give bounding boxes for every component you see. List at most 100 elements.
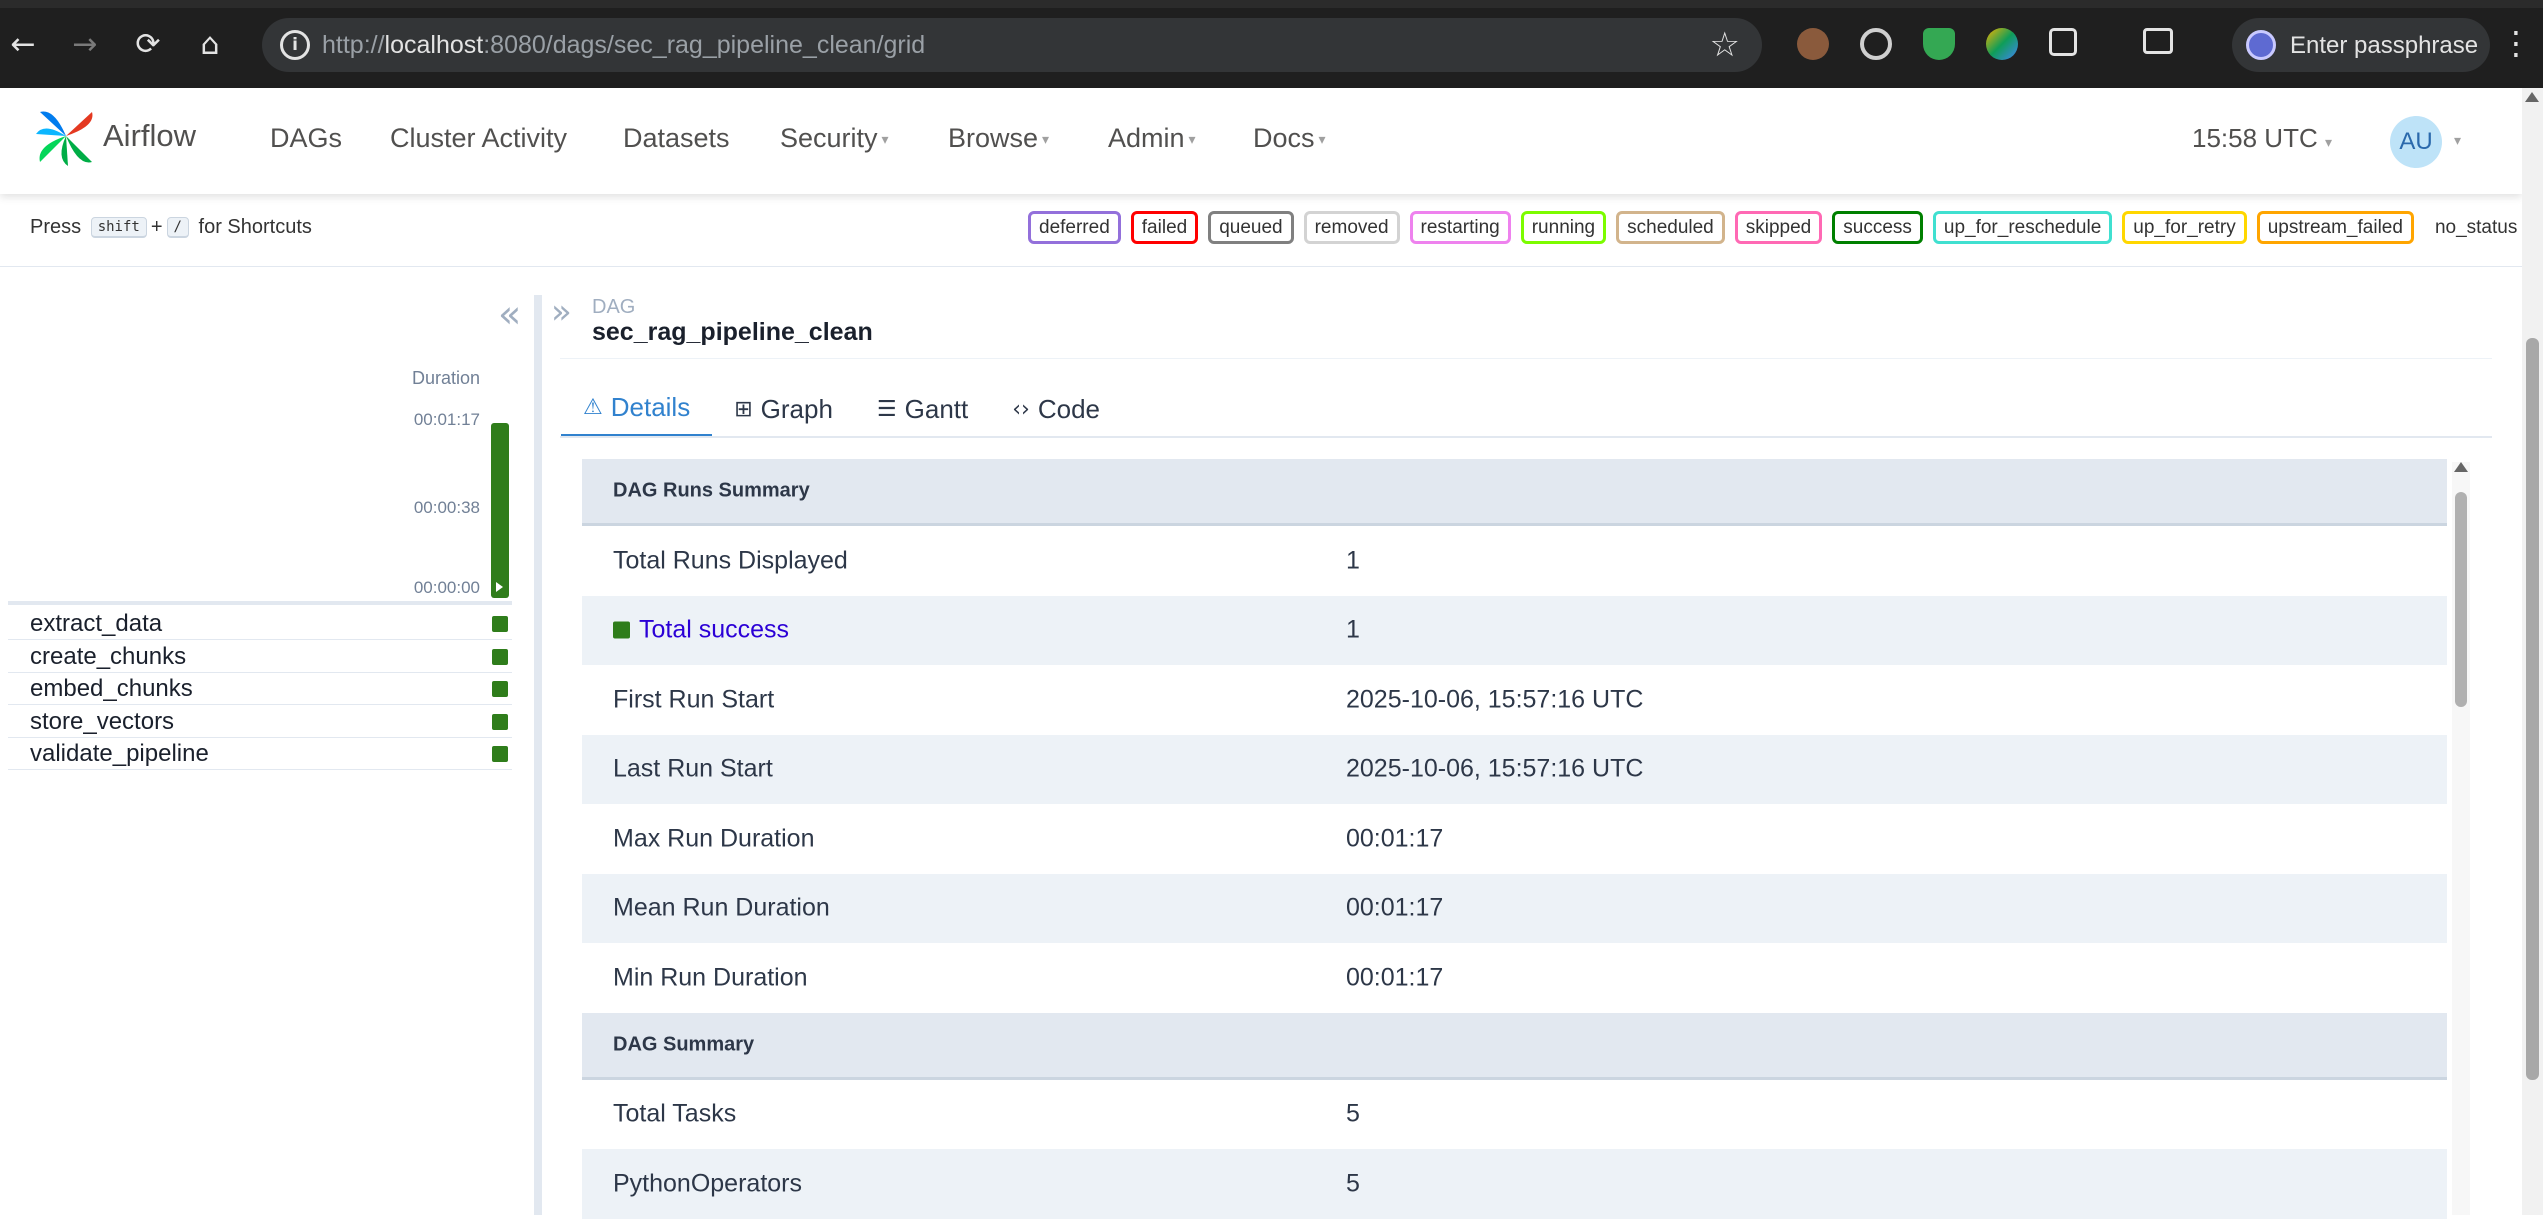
chevron-down-icon: ▾ — [1042, 131, 1050, 148]
shortcuts-plus: + — [150, 216, 163, 238]
tab-details-label: Details — [610, 391, 691, 422]
divider — [0, 266, 2522, 267]
table-section-header: DAG Runs Summary — [582, 459, 2447, 526]
legend-badge-running[interactable]: running — [1520, 211, 1607, 244]
extension-colorful-icon[interactable] — [1986, 28, 2018, 60]
duration-label: Duration — [412, 368, 481, 388]
profile-avatar-icon — [2246, 30, 2276, 60]
user-avatar[interactable]: AU — [2390, 116, 2442, 168]
task-instance-status-box[interactable] — [492, 681, 508, 698]
legend-badge-up-for-reschedule[interactable]: up_for_reschedule — [1932, 211, 2113, 244]
details-scrollbar[interactable] — [2452, 462, 2470, 1215]
tab-details[interactable]: ⚠ Details — [561, 380, 713, 438]
url-text[interactable]: http://localhost:8080/dags/sec_rag_pipel… — [322, 31, 925, 60]
row-key[interactable]: Total success — [613, 616, 789, 645]
chevron-down-icon[interactable]: ▾ — [2454, 132, 2461, 149]
nav-datasets-label: Datasets — [623, 123, 730, 153]
task-row-extract-data[interactable]: extract_data — [8, 607, 512, 640]
row-key: Max Run Duration — [613, 824, 815, 853]
legend-badge-deferred[interactable]: deferred — [1028, 211, 1121, 244]
back-arrow-icon[interactable]: ← — [5, 26, 41, 62]
browser-menu-icon[interactable]: ⋮ — [2500, 24, 2532, 62]
task-name[interactable]: create_chunks — [30, 643, 186, 671]
site-info-icon[interactable]: i — [280, 30, 310, 60]
airflow-brand[interactable]: Airflow — [103, 118, 196, 154]
url-prefix: http:// — [322, 31, 385, 59]
task-row-create-chunks[interactable]: create_chunks — [8, 640, 512, 673]
dag-run-bar[interactable] — [491, 423, 509, 598]
extension-cookie-icon[interactable] — [1797, 28, 1829, 60]
nav-cluster-activity[interactable]: Cluster Activity — [390, 123, 567, 154]
task-instance-status-box[interactable] — [492, 616, 508, 632]
legend-badge-up-for-retry[interactable]: up_for_retry — [2122, 211, 2247, 244]
nav-docs[interactable]: Docs ▾ — [1253, 123, 1326, 154]
tab-graph[interactable]: ⊞ Graph — [712, 380, 855, 438]
nav-dags[interactable]: DAGs — [270, 123, 342, 154]
legend-badge-success[interactable]: success — [1832, 211, 1923, 244]
address-bar[interactable]: i http://localhost:8080/dags/sec_rag_pip… — [262, 18, 1762, 72]
task-row-store-vectors[interactable]: store_vectors — [8, 705, 512, 738]
legend-badge-scheduled[interactable]: scheduled — [1616, 211, 1725, 244]
code-icon: ‹› — [1012, 396, 1030, 422]
task-instance-status-box[interactable] — [492, 648, 508, 665]
table-section-header: DAG Summary — [582, 1012, 2447, 1080]
forward-arrow-icon[interactable]: → — [67, 26, 103, 62]
row-value: 00:01:17 — [1346, 824, 1444, 853]
task-name[interactable]: embed_chunks — [30, 675, 193, 703]
row-value: 1 — [1346, 615, 1360, 644]
chevron-down-icon: ▾ — [2324, 134, 2332, 150]
task-row-validate-pipeline[interactable]: validate_pipeline — [8, 737, 512, 771]
legend-badge-skipped[interactable]: skipped — [1734, 211, 1823, 244]
nav-admin[interactable]: Admin ▾ — [1108, 123, 1196, 154]
tab-code[interactable]: ‹› Code — [990, 380, 1122, 438]
scroll-thumb[interactable] — [2526, 338, 2539, 1080]
collapse-panel-icon[interactable]: « — [498, 292, 521, 336]
warning-triangle-icon: ⚠ — [583, 394, 603, 420]
legend-badge-queued[interactable]: queued — [1208, 211, 1294, 244]
scroll-up-arrow-icon[interactable] — [2525, 92, 2539, 102]
timezone-clock[interactable]: 15:58 UTC ▾ — [2192, 123, 2332, 154]
shortcuts-suffix: for Shortcuts — [198, 216, 312, 238]
reload-icon[interactable]: ⟳ — [130, 26, 166, 62]
task-name[interactable]: extract_data — [30, 610, 162, 638]
tab-code-label: Code — [1037, 393, 1101, 424]
nav-browse[interactable]: Browse ▾ — [948, 123, 1049, 154]
row-key-label[interactable]: Total success — [639, 616, 789, 644]
divider — [560, 358, 2492, 359]
row-value: 5 — [1346, 1099, 1360, 1128]
nav-datasets[interactable]: Datasets — [623, 123, 730, 154]
scroll-up-arrow-icon[interactable] — [2454, 462, 2468, 472]
screen-search-icon[interactable] — [2143, 28, 2173, 54]
page-scrollbar[interactable] — [2522, 88, 2543, 1215]
airflow-pinwheel-logo-icon[interactable] — [34, 104, 98, 168]
scroll-thumb[interactable] — [2455, 492, 2467, 707]
task-row-embed-chunks[interactable]: embed_chunks — [8, 672, 512, 706]
breadcrumb-dag-id[interactable]: sec_rag_pipeline_clean — [592, 318, 873, 347]
task-instance-status-box[interactable] — [492, 713, 508, 730]
task-name[interactable]: validate_pipeline — [30, 740, 209, 768]
row-value: 2025-10-06, 15:57:16 UTC — [1346, 754, 1644, 783]
extension-grammarly-icon[interactable] — [1860, 28, 1892, 60]
home-icon[interactable]: ⌂ — [192, 26, 228, 62]
task-instance-status-box[interactable] — [492, 746, 508, 763]
legend-badge-removed[interactable]: removed — [1303, 211, 1400, 244]
row-value: 00:01:17 — [1346, 893, 1444, 922]
duration-tick-mid: 00:00:38 — [413, 498, 480, 517]
extensions-puzzle-icon[interactable] — [2049, 28, 2077, 56]
slash-key: / — [166, 217, 189, 239]
legend-badge-restarting[interactable]: restarting — [1409, 211, 1511, 244]
legend-badge-failed[interactable]: failed — [1130, 211, 1199, 244]
extension-shield-icon[interactable] — [1923, 28, 1955, 60]
legend-badge-upstream-failed[interactable]: upstream_failed — [2256, 211, 2414, 244]
url-host: localhost — [384, 31, 484, 59]
panel-resize-handle[interactable] — [534, 295, 542, 1215]
legend-badge-no-status[interactable]: no_status — [2424, 211, 2528, 244]
nav-security[interactable]: Security ▾ — [780, 123, 889, 154]
task-name[interactable]: store_vectors — [30, 708, 174, 736]
expand-panel-icon[interactable]: » — [551, 292, 572, 332]
tab-gantt[interactable]: ☰ Gantt — [855, 380, 990, 438]
nav-admin-label: Admin — [1108, 123, 1185, 153]
bookmark-star-icon[interactable]: ☆ — [1710, 25, 1740, 65]
row-value: 1 — [1346, 546, 1360, 575]
profile-button[interactable]: Enter passphrase — [2232, 18, 2490, 72]
